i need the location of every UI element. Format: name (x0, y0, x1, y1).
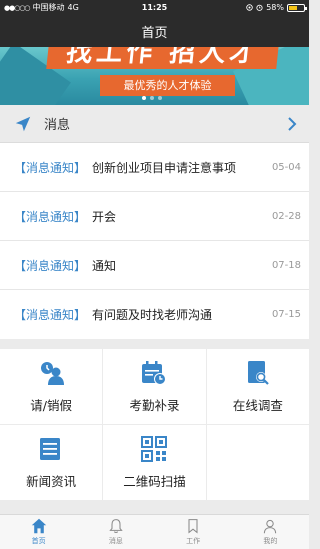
message-tag: 【消息通知】 (14, 308, 87, 322)
tab-label: 消息 (108, 537, 123, 545)
qr-code-icon (141, 435, 168, 462)
tab-work[interactable]: 工作 (155, 515, 232, 549)
message-date: 07-18 (271, 259, 301, 271)
message-date: 02-28 (271, 210, 301, 222)
message-date: 07-15 (271, 309, 301, 320)
attendance-icon (142, 360, 167, 385)
message-title: 开会 (92, 209, 117, 224)
messages-title: 消息 (44, 118, 71, 133)
leave-request-icon (41, 361, 65, 385)
carousel-indicator (142, 96, 162, 100)
status-left: ●●○○○ 中国移动 4G (4, 2, 114, 13)
battery-icon (287, 3, 307, 12)
news-button[interactable]: 新闻资讯 (0, 425, 103, 500)
message-date: 05-04 (271, 161, 301, 173)
message-title: 创新创业项目申请注意事项 (92, 160, 237, 175)
network-label: 4G (67, 3, 79, 12)
location-icon (246, 4, 253, 11)
tab-label: 首页 (31, 537, 46, 545)
send-arrow-icon (15, 116, 31, 131)
list-item[interactable]: 【消息通知】 通知 07-18 (0, 241, 309, 290)
page-title: 首页 (141, 25, 168, 41)
survey-label: 在线调查 (232, 397, 283, 413)
message-list: 【消息通知】 创新创业项目申请注意事项 05-04 【消息通知】 开会 02-2… (0, 143, 309, 339)
grid-row: 新闻资讯 二维码扫描 (0, 425, 309, 500)
banner-headline: 找工作 招人才 (46, 47, 280, 69)
news-icon (40, 437, 61, 460)
message-title: 通知 (92, 258, 117, 273)
list-item[interactable]: 【消息通知】 开会 02-28 (0, 192, 309, 241)
status-right: 58% (195, 3, 307, 12)
message-tag: 【消息通知】 (14, 209, 87, 224)
message-tag: 【消息通知】 (14, 258, 87, 273)
list-item[interactable]: 【消息通知】 有问题及时找老师沟通 07-15 (0, 290, 309, 339)
home-icon (31, 518, 46, 534)
message-title: 有问题及时找老师沟通 (92, 308, 213, 322)
grid-row: 请/销假 考勤补录 在线调查 (0, 349, 309, 424)
banner-slogan: 最优秀的人才体验 (100, 75, 235, 96)
bell-icon (109, 519, 123, 534)
carousel-dot (158, 96, 162, 100)
battery-percent: 58% (266, 3, 284, 12)
user-icon (264, 519, 277, 534)
alarm-icon (256, 4, 263, 11)
leave-request-label: 请/销假 (30, 397, 73, 413)
carrier-label: 中国移动 (32, 3, 65, 12)
banner-carousel[interactable]: 找工作 招人才 最优秀的人才体验 (0, 47, 309, 105)
status-time: 11:25 (141, 3, 168, 12)
qr-scan-button[interactable]: 二维码扫描 (103, 425, 206, 500)
survey-icon (247, 360, 269, 385)
carousel-dot (142, 96, 146, 100)
survey-button[interactable]: 在线调查 (206, 349, 309, 424)
news-label: 新闻资讯 (26, 473, 77, 489)
signal-icon: ●●○○○ (4, 3, 31, 12)
leave-request-button[interactable]: 请/销假 (0, 349, 103, 424)
tab-bar: 首页 消息 工作 我的 (0, 514, 309, 549)
tab-profile[interactable]: 我的 (232, 515, 309, 549)
tab-home[interactable]: 首页 (0, 515, 77, 549)
list-item[interactable]: 【消息通知】 创新创业项目申请注意事项 05-04 (0, 143, 309, 192)
tab-messages[interactable]: 消息 (77, 515, 154, 549)
carousel-dot (150, 96, 154, 100)
tab-label: 我的 (263, 537, 278, 545)
bookmark-icon (188, 519, 198, 534)
tab-label: 工作 (186, 537, 201, 545)
function-grid: 请/销假 考勤补录 在线调查 新闻资讯 二维码扫描 (0, 349, 309, 501)
attendance-label: 考勤补录 (129, 397, 180, 413)
messages-header[interactable]: 消息 (0, 105, 309, 143)
empty-cell (206, 425, 309, 500)
message-tag: 【消息通知】 (14, 160, 87, 175)
nav-bar: 首页 (0, 15, 309, 47)
qr-scan-label: 二维码扫描 (123, 473, 186, 489)
status-bar: ●●○○○ 中国移动 4G 11:25 58% (0, 0, 309, 15)
chevron-right-icon[interactable] (287, 116, 297, 131)
attendance-button[interactable]: 考勤补录 (103, 349, 206, 424)
